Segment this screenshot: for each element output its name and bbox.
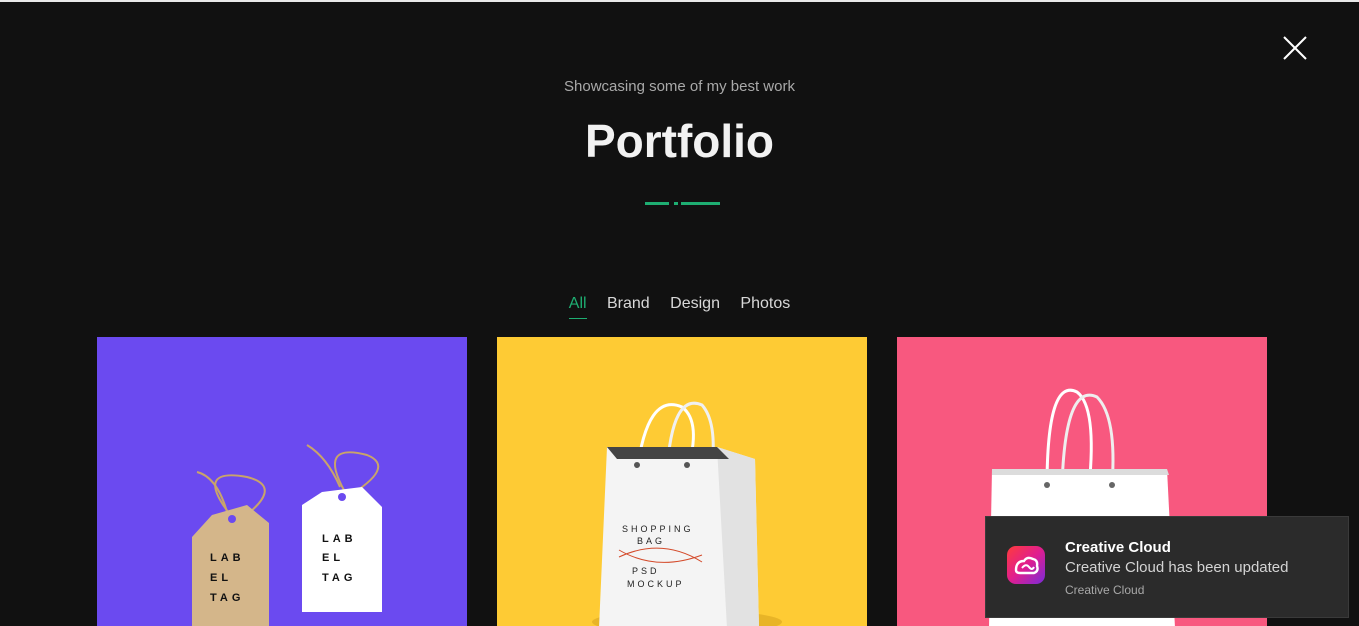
creative-cloud-icon [1007,546,1045,584]
close-button[interactable] [1281,34,1309,62]
notification-toast[interactable]: Creative Cloud Creative Cloud has been u… [985,516,1349,618]
page-subtitle: Showcasing some of my best work [564,78,795,95]
svg-text:LAB: LAB [322,533,357,545]
svg-text:MOCKUP: MOCKUP [627,579,685,589]
svg-text:EL: EL [322,552,344,564]
svg-text:SHOPPING: SHOPPING [622,524,694,534]
page-title: Portfolio [584,115,775,167]
filter-design[interactable]: Design [670,295,720,318]
portfolio-item-label-tag[interactable]: LAB EL TAG LAB EL TAG [97,337,467,626]
svg-text:BAG: BAG [637,536,665,546]
notification-title: Creative Cloud [1065,539,1171,556]
close-icon [1283,36,1307,60]
portfolio-item-shopping-bag[interactable]: SHOPPING BAG PSD MOCKUP [497,337,867,626]
notification-message: Creative Cloud has been updated [1065,559,1289,576]
filter-all[interactable]: All [568,295,587,319]
portfolio-page: Showcasing some of my best work Portfoli… [0,0,1359,626]
svg-text:TAG: TAG [210,592,244,604]
filter-bar: All Brand Design Photos [0,295,1359,319]
svg-text:PSD: PSD [632,566,660,576]
filter-photos[interactable]: Photos [740,295,790,318]
title-divider [645,202,721,206]
svg-text:EL: EL [210,572,232,584]
svg-text:LAB: LAB [210,552,245,564]
notification-source: Creative Cloud [1065,583,1145,597]
svg-text:TAG: TAG [322,572,356,584]
shopping-bag-mockup-image: SHOPPING BAG PSD MOCKUP [592,401,782,626]
filter-brand[interactable]: Brand [607,295,650,318]
label-tag-mockup-image: LAB EL TAG LAB EL TAG [192,444,382,626]
